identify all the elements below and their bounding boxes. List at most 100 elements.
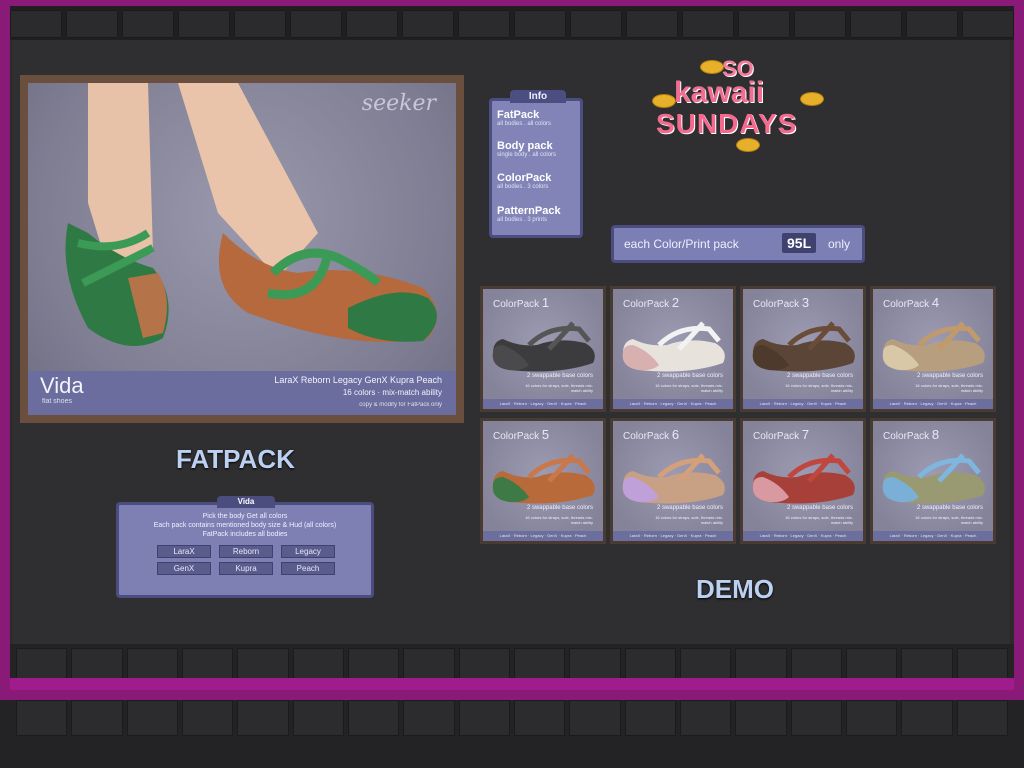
colorpack-bodies: LaraX · Reborn · Legacy · GenX · Kupra ·… <box>743 531 863 541</box>
colorpack-bodies: LaraX · Reborn · Legacy · GenX · Kupra ·… <box>613 399 733 409</box>
colorpack-vendor-6[interactable]: ColorPack 6 2 swappable base colors 16 col… <box>610 418 736 544</box>
info-item-title: ColorPack <box>497 172 552 184</box>
colorpack-image: ColorPack 5 2 swappable base colors 16 col… <box>483 421 603 541</box>
colorpack-vendor-8[interactable]: ColorPack 8 2 swappable base colors 16 col… <box>870 418 996 544</box>
vida-instruction-1: Pick the body Get all colors <box>202 513 288 520</box>
colors-note: 16 colors · mix-match ability <box>342 388 442 397</box>
coin-icon <box>700 60 724 74</box>
vida-panel-tab: Vida <box>217 496 275 508</box>
colorpack-vendor-1[interactable]: ColorPack 1 2 swappable base colors 16 col… <box>480 286 606 412</box>
colorpack-label: ColorPack 3 <box>753 295 809 310</box>
info-panel-tab: Info <box>510 90 566 103</box>
colorpack-note: 2 swappable base colors <box>656 505 723 511</box>
info-item-sub: all bodies . 3 prints <box>497 217 548 223</box>
colorpack-label-text: ColorPack <box>623 299 670 310</box>
coin-icon <box>800 92 824 106</box>
colorpack-label-text: ColorPack <box>883 299 930 310</box>
colorpack-vendor-2[interactable]: ColorPack 2 2 swappable base colors 16 col… <box>610 286 736 412</box>
colorpack-label: ColorPack 2 <box>623 295 679 310</box>
neon-trim <box>0 678 1024 696</box>
fatpack-heading: FATPACK <box>176 444 295 474</box>
wall-top-trim <box>0 0 1024 40</box>
logo-sundays: SUNDAYS <box>656 108 798 139</box>
shoe-icon <box>882 321 985 372</box>
colorpack-label-text: ColorPack <box>493 431 540 442</box>
colorpack-bodies: LaraX · Reborn · Legacy · GenX · Kupra ·… <box>743 399 863 409</box>
colorpack-label-text: ColorPack <box>753 431 800 442</box>
bodies-list: LaraX Reborn Legacy GenX Kupra Peach <box>274 375 442 385</box>
info-item-title: PatternPack <box>497 205 561 217</box>
info-item-title: FatPack <box>497 109 540 121</box>
body-button-reborn[interactable]: Reborn <box>219 545 273 558</box>
colorpack-label: ColorPack 7 <box>753 427 809 442</box>
colorpack-vendor-5[interactable]: ColorPack 5 2 swappable base colors 16 col… <box>480 418 606 544</box>
colorpack-number: 5 <box>541 427 550 442</box>
colorpack-note: 2 swappable base colors <box>526 505 593 511</box>
colorpack-note: 2 swappable base colors <box>656 373 723 379</box>
colorpack-bodies: LaraX · Reborn · Legacy · GenX · Kupra ·… <box>483 399 603 409</box>
colorpack-bodies: LaraX · Reborn · Legacy · GenX · Kupra ·… <box>873 531 993 541</box>
info-item-sub: all bodies . 3 colors <box>497 184 549 190</box>
body-button-grid: LaraX Reborn Legacy GenX Kupra Peach <box>157 545 335 575</box>
shoe-icon <box>752 321 855 372</box>
body-button-kupra[interactable]: Kupra <box>219 562 273 575</box>
colorpack-image: ColorPack 4 2 swappable base colors 16 col… <box>873 289 993 409</box>
price-prefix: each Color/Print pack <box>624 237 739 251</box>
colorpack-image: ColorPack 2 2 swappable base colors 16 col… <box>613 289 733 409</box>
colorpack-number: 8 <box>931 427 940 442</box>
body-button-legacy[interactable]: Legacy <box>281 545 335 558</box>
colorpack-vendor-7[interactable]: ColorPack 7 2 swappable base colors 16 col… <box>740 418 866 544</box>
product-image: seeker Vida flat shoes LaraX Reborn Lega… <box>28 83 456 415</box>
logo-kawaii: kawaii <box>674 76 765 109</box>
product-title: Vida <box>40 373 84 398</box>
shoe-icon <box>492 321 595 372</box>
colorpack-detail: 16 colors for straps, sole, threads mix-… <box>655 515 723 525</box>
colorpack-number: 7 <box>801 427 810 442</box>
body-button-peach[interactable]: Peach <box>281 562 335 575</box>
colorpack-label: ColorPack 4 <box>883 295 939 310</box>
colorpack-label: ColorPack 1 <box>493 295 549 310</box>
vida-instruction-3: FatPack includes all bodies <box>202 531 288 538</box>
fatpack-poster[interactable]: seeker Vida flat shoes LaraX Reborn Lega… <box>20 75 464 423</box>
permissions-note: copy & modify for FatPack only <box>359 402 442 408</box>
info-item-bodypack: Body pack single body . all colors <box>497 140 556 158</box>
colorpack-number: 3 <box>801 295 810 310</box>
body-button-genx[interactable]: GenX <box>157 562 211 575</box>
info-item-patternpack: PatternPack all bodies . 3 prints <box>497 205 561 223</box>
colorpack-image: ColorPack 3 2 swappable base colors 16 col… <box>743 289 863 409</box>
colorpack-bodies: LaraX · Reborn · Legacy · GenX · Kupra ·… <box>483 531 603 541</box>
price-suffix: only <box>828 237 851 251</box>
poster-footer: Vida flat shoes LaraX Reborn Legacy GenX… <box>28 371 456 415</box>
colorpack-vendor-3[interactable]: ColorPack 3 2 swappable base colors 16 col… <box>740 286 866 412</box>
colorpack-detail: 16 colors for straps, sole, threads mix-… <box>525 515 593 525</box>
shoe-icon <box>882 453 985 504</box>
info-panel[interactable]: Info FatPack all bodies . all colors Bod… <box>489 90 583 238</box>
so-kawaii-sundays-logo[interactable]: SO kawaii SUNDAYS <box>652 54 830 160</box>
info-item-colorpack: ColorPack all bodies . 3 colors <box>497 172 551 190</box>
shoe-icon <box>622 321 725 372</box>
colorpack-vendor-4[interactable]: ColorPack 4 2 swappable base colors 16 col… <box>870 286 996 412</box>
colorpack-label: ColorPack 6 <box>623 427 679 442</box>
shoe-icon <box>622 453 725 504</box>
colorpack-label-text: ColorPack <box>883 431 930 442</box>
colorpack-bodies: LaraX · Reborn · Legacy · GenX · Kupra ·… <box>613 531 733 541</box>
demo-heading[interactable]: DEMO <box>696 574 774 605</box>
price-tag: each Color/Print pack 95L only <box>611 225 865 263</box>
colorpack-image: ColorPack 1 2 swappable base colors 16 col… <box>483 289 603 409</box>
info-item-title: Body pack <box>497 140 553 152</box>
colorpack-label-text: ColorPack <box>493 299 540 310</box>
coin-icon <box>736 138 760 152</box>
body-button-larax[interactable]: LaraX <box>157 545 211 558</box>
colorpack-note: 2 swappable base colors <box>786 373 853 379</box>
colorpack-label: ColorPack 8 <box>883 427 939 442</box>
info-item-fatpack: FatPack all bodies . all colors <box>497 109 551 127</box>
colorpack-bodies: LaraX · Reborn · Legacy · GenX · Kupra ·… <box>873 399 993 409</box>
colorpack-detail: 16 colors for straps, sole, threads mix-… <box>655 383 723 393</box>
vida-instruction-2: Each pack contains mentioned body size &… <box>153 522 337 529</box>
info-item-sub: all bodies . all colors <box>497 121 552 127</box>
colorpack-label-text: ColorPack <box>623 431 670 442</box>
colorpack-label: ColorPack 5 <box>493 427 549 442</box>
colorpack-number: 6 <box>671 427 680 442</box>
vida-body-selector: Vida Pick the body Get all colors Each p… <box>116 496 374 598</box>
floor-trim <box>0 644 1024 768</box>
